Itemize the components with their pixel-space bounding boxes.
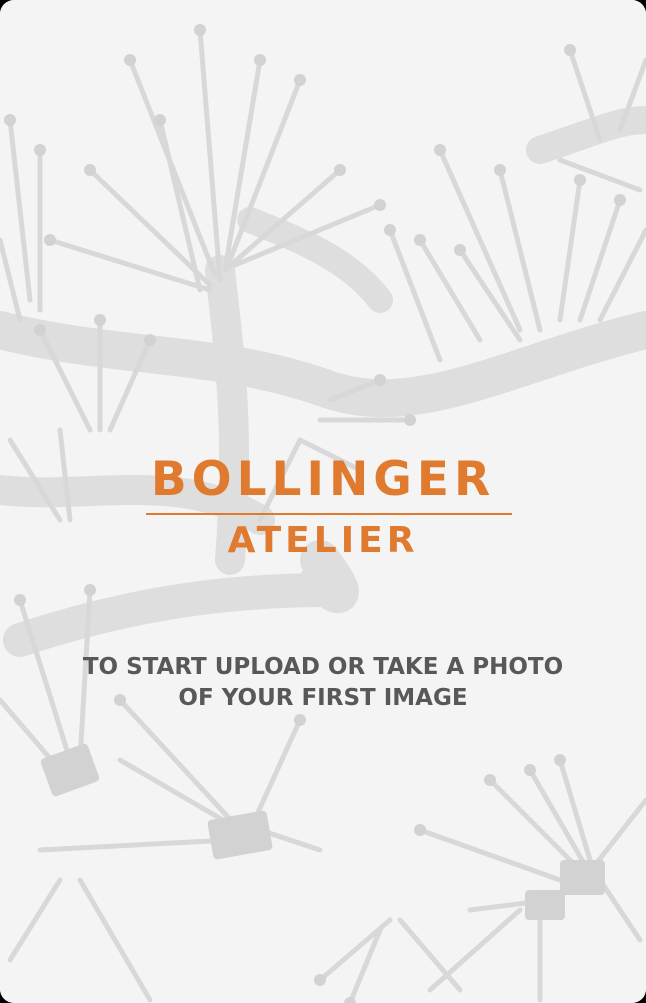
brand-name: BOLLINGER: [150, 452, 496, 507]
upload-prompt-line-1: TO START UPLOAD OR TAKE A PHOTO: [82, 654, 564, 680]
logo-divider: [146, 513, 512, 515]
app-screen: BOLLINGER ATELIER TO START UPLOAD OR TAK…: [0, 0, 646, 1003]
brand-subtitle: ATELIER: [227, 520, 419, 561]
upload-photo-prompt[interactable]: TO START UPLOAD OR TAKE A PHOTO OF YOUR …: [60, 652, 586, 714]
brand-logo: BOLLINGER ATELIER: [0, 452, 646, 572]
upload-prompt-line-2: OF YOUR FIRST IMAGE: [178, 685, 468, 711]
